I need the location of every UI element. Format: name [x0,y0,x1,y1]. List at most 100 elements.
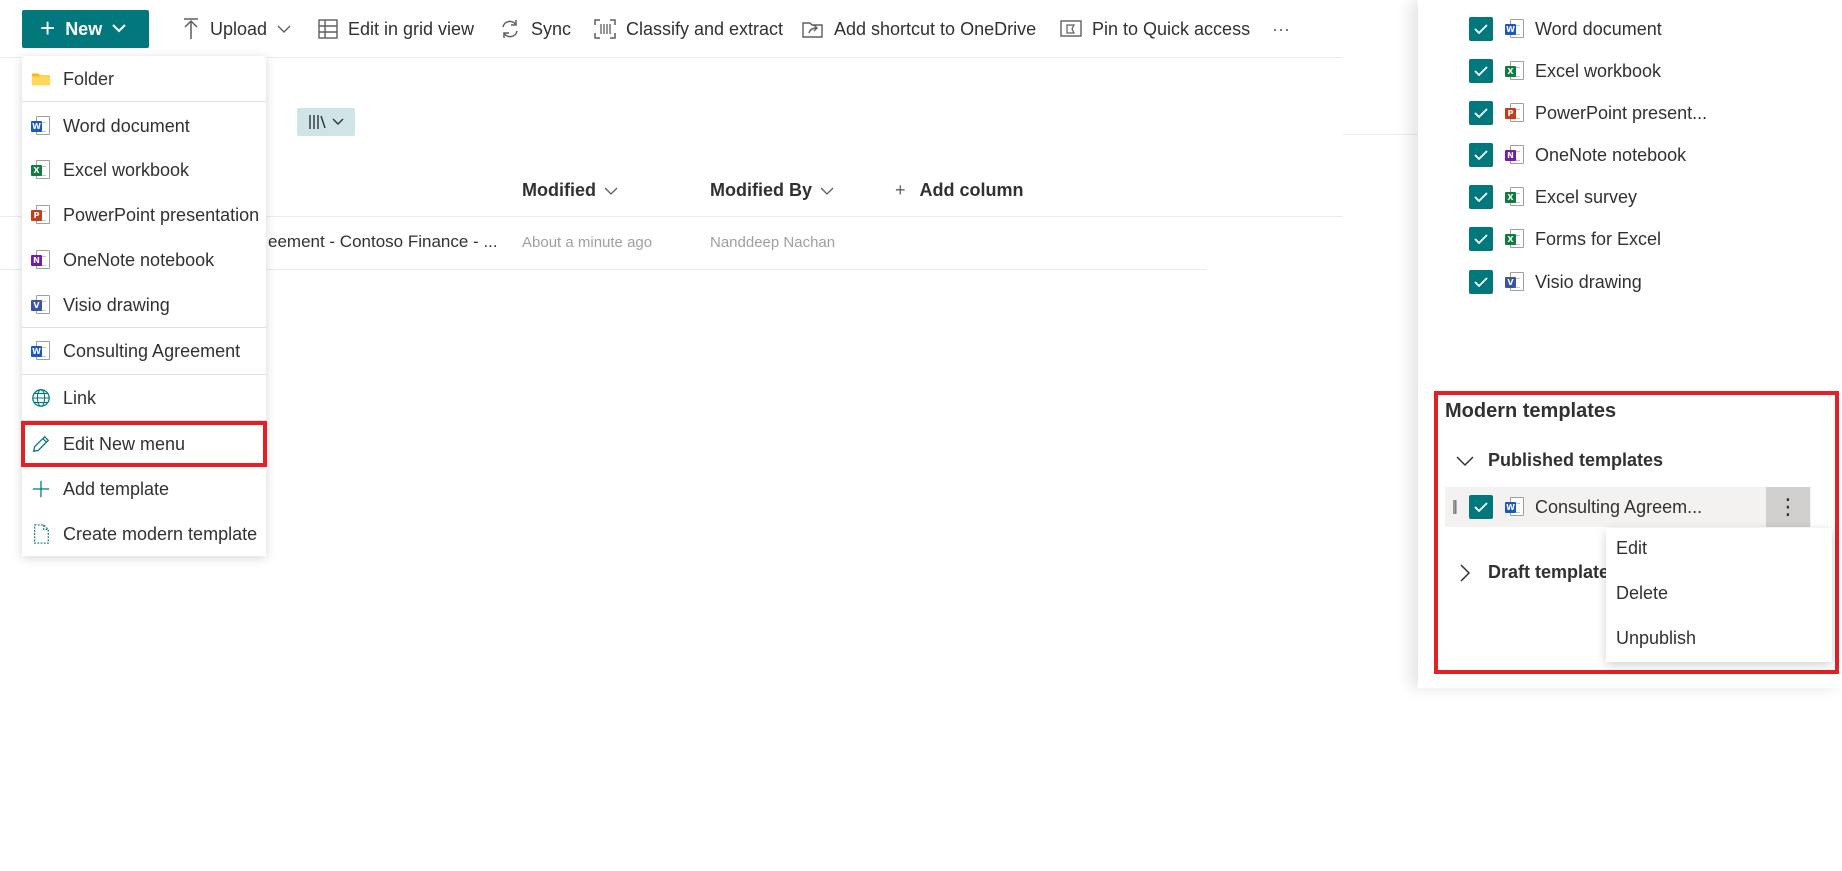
published-template-label: Consulting Agreem... [1535,496,1703,517]
menu-item-excel-workbook[interactable]: X Excel workbook [22,150,266,190]
new-menu-option-label: Excel workbook [1535,60,1662,81]
checkmark-icon [1474,501,1488,512]
add-column-label: Add column [919,180,1024,200]
chevron-down-icon [332,118,344,125]
checkbox-checked[interactable] [1469,59,1493,83]
sync-button[interactable]: Sync [499,16,571,42]
column-header-modified-by[interactable]: Modified By [710,180,834,201]
column-header-modified[interactable]: Modified [522,180,618,201]
new-menu-option[interactable]: X Forms for Excel [1469,226,1661,252]
template-context-menu: Edit Delete Unpublish [1606,528,1832,662]
checkmark-icon [1474,191,1488,202]
new-menu-option-label: Excel survey [1535,186,1638,207]
new-dropdown-menu: Folder W Word document X Excel workbook … [22,56,266,556]
checkmark-icon [1474,233,1488,244]
modified-by-value[interactable]: Nanddeep Nachan [710,234,835,251]
new-menu-option[interactable]: W Word document [1469,16,1662,42]
plus-icon [32,480,50,498]
menu-item-label: Create modern template [63,523,258,544]
chevron-down-icon [1456,455,1474,466]
menu-item-powerpoint[interactable]: P PowerPoint presentation [22,195,266,235]
draft-templates-label: Draft templates [1488,562,1620,582]
new-menu-option-label: PowerPoint present... [1535,102,1708,123]
add-shortcut-button[interactable]: Add shortcut to OneDrive [802,16,1036,42]
word-icon: W [31,115,51,137]
published-templates-toggle[interactable]: Published templates [1456,450,1663,471]
new-menu-option[interactable]: V Visio drawing [1469,269,1642,295]
more-options-button[interactable]: ⋮ [1766,487,1810,527]
context-menu-unpublish[interactable]: Unpublish [1616,628,1696,649]
menu-separator [22,374,266,375]
menu-item-visio[interactable]: V Visio drawing [22,285,266,325]
checkmark-icon [1474,23,1488,34]
onenote-icon: N [31,249,51,271]
chevron-down-icon [604,187,618,195]
menu-item-create-modern-template[interactable]: Create modern template [22,514,266,554]
menu-item-label: Folder [63,68,115,89]
checkbox-checked[interactable] [1469,227,1493,251]
upload-button[interactable]: Upload [182,16,301,42]
menu-item-label: Consulting Agreement [63,340,241,361]
menu-item-add-template[interactable]: Add template [22,469,266,509]
sync-icon [502,20,518,38]
published-templates-label: Published templates [1488,450,1664,470]
more-actions-button[interactable]: ··· [1272,16,1290,42]
plus-icon: + [40,13,56,43]
excel-icon: X [31,159,51,181]
pin-quick-access-label: Pin to Quick access [1092,18,1251,39]
powerpoint-icon: P [1505,102,1525,124]
menu-item-label: Excel workbook [63,159,190,180]
menu-separator [22,101,266,102]
new-menu-option[interactable]: P PowerPoint present... [1469,100,1707,126]
file-name-link[interactable]: eement - Contoso Finance - ... [268,232,498,252]
new-menu-option[interactable]: X Excel workbook [1469,58,1661,84]
checkbox-checked[interactable] [1469,185,1493,209]
draft-templates-toggle[interactable]: Draft templates [1456,562,1619,583]
published-template-item[interactable]: W Consulting Agreem... [1469,494,1702,520]
new-menu-option-label: Word document [1535,18,1662,39]
edit-grid-view-button[interactable]: Edit in grid view [318,16,474,42]
excel-icon: X [1505,228,1525,250]
divider [1343,134,1418,135]
new-menu-option[interactable]: X Excel survey [1469,184,1637,210]
checkbox-checked[interactable] [1469,17,1493,41]
menu-item-word-document[interactable]: W Word document [22,106,266,146]
grid-icon [318,19,338,39]
new-menu-option-label: Forms for Excel [1535,228,1662,249]
menu-item-consulting-agreement[interactable]: W Consulting Agreement [22,331,266,371]
menu-item-label: Link [63,387,97,408]
plus-icon: + [895,180,906,200]
checkbox-checked[interactable] [1469,270,1493,294]
new-button[interactable]: + New [22,10,149,48]
column-header-modified-by-label: Modified By [710,180,812,200]
upload-label: Upload [210,18,268,39]
view-switcher[interactable] [297,108,355,136]
checkbox-checked[interactable] [1469,495,1493,519]
menu-item-onenote[interactable]: N OneNote notebook [22,240,266,280]
modern-templates-title: Modern templates [1445,400,1617,422]
chevron-down-icon [112,20,126,38]
word-icon: W [31,340,51,362]
menu-item-link[interactable]: Link [22,378,266,418]
library-icon [309,115,326,129]
visio-icon: V [1505,271,1525,293]
checkmark-icon [1474,276,1488,287]
new-menu-option-label: OneNote notebook [1535,144,1687,165]
new-menu-option-label: Visio drawing [1535,271,1642,292]
context-menu-edit[interactable]: Edit [1616,538,1647,559]
word-icon: W [1505,496,1525,518]
classify-extract-button[interactable]: Classify and extract [594,16,783,42]
checkmark-icon [1474,65,1488,76]
menu-item-folder[interactable]: Folder [22,59,266,99]
context-menu-delete[interactable]: Delete [1616,583,1668,604]
modified-value: About a minute ago [522,234,653,251]
command-bar: + New Upload Edit in grid view Sync Clas… [0,0,1343,58]
menu-item-label: PowerPoint presentation [63,204,260,225]
new-menu-option[interactable]: N OneNote notebook [1469,142,1686,168]
menu-item-label: Add template [63,478,170,499]
checkbox-checked[interactable] [1469,143,1493,167]
drag-handle-icon[interactable]: || [1452,498,1458,515]
pin-quick-access-button[interactable]: Pin to Quick access [1060,16,1250,42]
checkbox-checked[interactable] [1469,101,1493,125]
add-column-button[interactable]: + Add column [895,180,1024,201]
